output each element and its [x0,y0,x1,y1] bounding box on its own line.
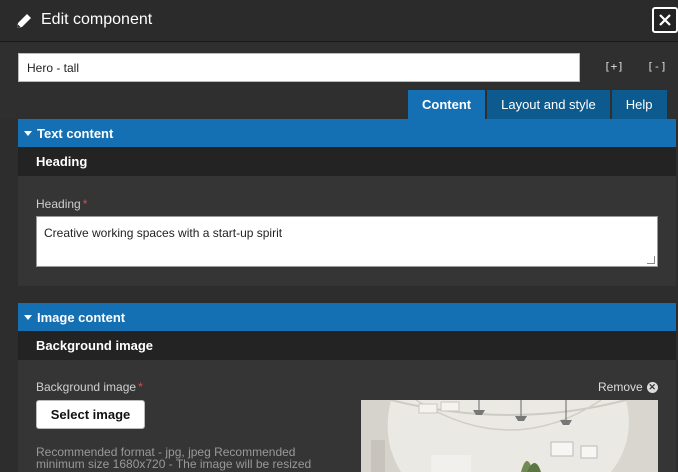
remove-label: Remove [598,380,643,394]
component-header: [+] [-] Content Layout and style Help [0,43,678,119]
background-image-field-label: Background image * [36,380,143,394]
tab-layout-and-style[interactable]: Layout and style [487,90,610,119]
heading-subheading: Heading [18,147,676,176]
tab-help[interactable]: Help [611,90,667,119]
expand-all-button[interactable]: [+] [604,60,624,73]
text-content-section-toggle[interactable]: Text content [18,119,676,147]
tab-content[interactable]: Content [408,90,486,119]
heading-field-label: Heading * [36,197,87,211]
background-image-preview [361,400,658,472]
collapse-all-button[interactable]: [-] [647,60,667,73]
required-marker: * [82,197,88,211]
remove-image-button[interactable]: Remove ✕ [598,380,658,394]
dialog-title: Edit component [41,11,153,28]
select-image-button[interactable]: Select image [36,400,145,429]
caret-down-icon [24,130,32,136]
heading-textarea[interactable]: Creative working spaces with a start-up … [36,216,658,267]
heading-label-text: Heading [36,197,81,211]
resize-handle-icon[interactable] [647,256,655,264]
image-content-section-toggle[interactable]: Image content [18,303,676,331]
section-title: Text content [37,125,114,141]
office-photo-thumbnail [361,400,658,472]
tab-bar: Content Layout and style Help [408,90,667,119]
remove-circle-icon: ✕ [646,381,658,393]
section-title: Image content [37,309,126,325]
required-marker: * [138,380,143,394]
dialog-titlebar: Edit component [0,0,678,42]
background-image-subheading: Background image [18,331,676,360]
pencil-icon [17,14,31,28]
heading-value: Creative working spaces with a start-up … [44,226,283,240]
close-button[interactable] [652,7,678,33]
image-help-text: Recommended format - jpg, jpeg Recommend… [36,445,312,471]
caret-down-icon [24,314,32,320]
background-image-label-text: Background image [36,380,137,394]
component-name-input[interactable] [18,53,580,82]
close-icon [659,14,671,26]
